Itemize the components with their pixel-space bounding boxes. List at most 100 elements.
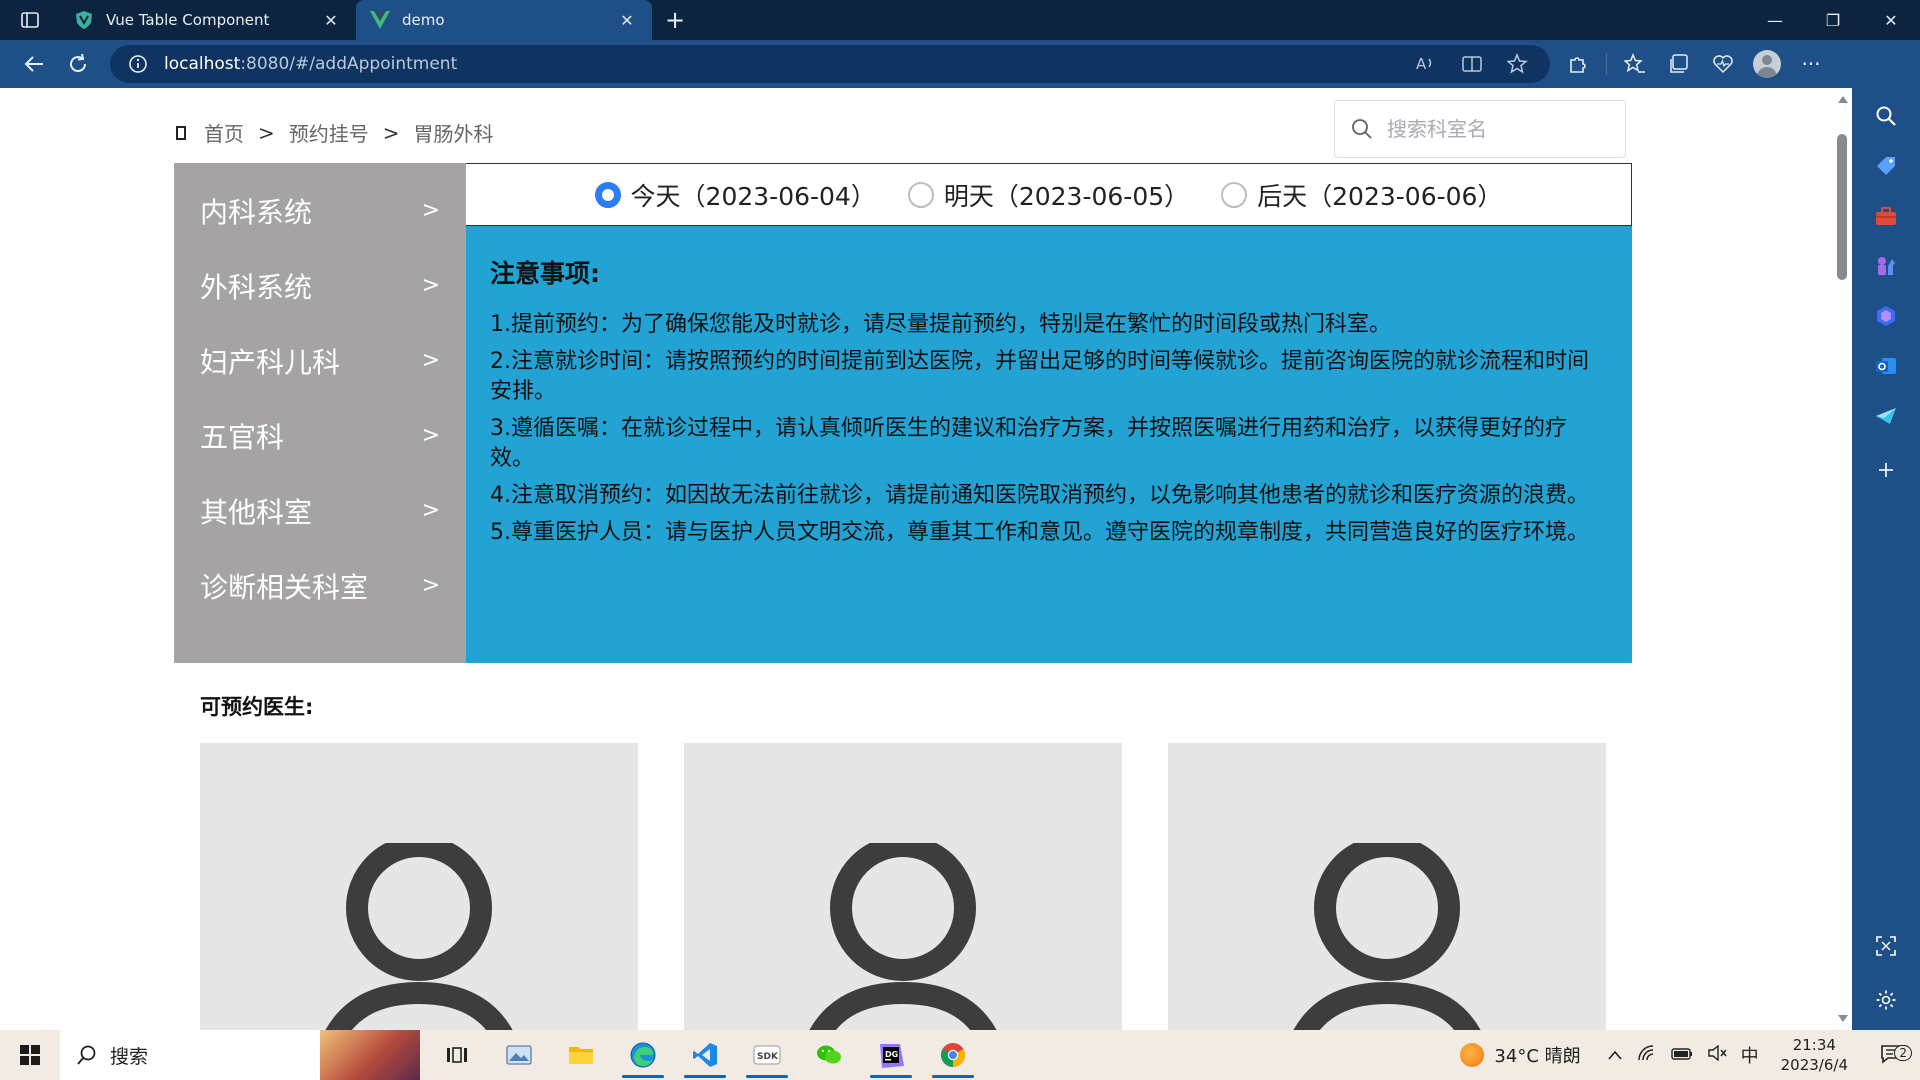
- menu-item-surgery[interactable]: 外科系统 >: [174, 248, 466, 323]
- menu-item-label: 五官科: [200, 420, 285, 454]
- volume-muted-icon[interactable]: [1707, 1044, 1727, 1066]
- browser-tab-strip: Vue Table Component ✕ demo ✕ + — ❐ ✕: [0, 0, 1920, 40]
- scrollbar-thumb[interactable]: [1837, 134, 1847, 280]
- extensions-button[interactable]: [1556, 44, 1600, 84]
- split-screen-icon[interactable]: [1456, 49, 1488, 79]
- doctor-card[interactable]: [1168, 743, 1606, 1030]
- ime-indicator[interactable]: 中: [1741, 1042, 1759, 1068]
- department-search[interactable]: [1334, 100, 1626, 158]
- edge-sidebar: [1852, 88, 1920, 1030]
- svg-text:DG: DG: [885, 1050, 898, 1059]
- puzzle-icon: [1570, 57, 1586, 73]
- date-option-today[interactable]: 今天（2023-06-04）: [594, 177, 876, 213]
- page-scrollbar[interactable]: [1832, 88, 1852, 1030]
- radio-unchecked-icon[interactable]: [1221, 181, 1248, 208]
- svg-text:SDK: SDK: [757, 1052, 779, 1062]
- new-tab-button[interactable]: +: [652, 0, 698, 40]
- read-aloud-icon[interactable]: A: [1410, 49, 1442, 79]
- doctor-card[interactable]: [684, 743, 1122, 1030]
- sunny-weather-icon: [1460, 1043, 1485, 1067]
- date-option-day-after[interactable]: 后天（2023-06-06）: [1221, 177, 1502, 213]
- radio-unchecked-icon[interactable]: [907, 181, 934, 208]
- taskbar-search[interactable]: 搜索: [60, 1030, 420, 1080]
- refresh-button[interactable]: [56, 44, 100, 84]
- chevron-up-icon[interactable]: [1607, 1045, 1623, 1066]
- chevron-right-icon: >: [421, 348, 440, 373]
- tools-toolbox-icon[interactable]: [1872, 202, 1900, 230]
- search-input[interactable]: [1387, 117, 1607, 141]
- profile-button[interactable]: [1745, 44, 1789, 84]
- scroll-up-arrow-icon[interactable]: [1838, 96, 1848, 103]
- chrome-button[interactable]: [922, 1030, 984, 1080]
- favorites-button[interactable]: [1613, 44, 1657, 84]
- sidebar-add-icon[interactable]: [1872, 456, 1900, 484]
- radio-checked-icon[interactable]: [594, 181, 621, 208]
- collections-icon: [1670, 54, 1688, 73]
- menu-item-other[interactable]: 其他科室 >: [174, 473, 466, 548]
- menu-item-internal-medicine[interactable]: 内科系统 >: [174, 173, 466, 248]
- doctors-heading: 可预约医生:: [200, 695, 314, 719]
- battery-icon[interactable]: [1670, 1045, 1693, 1066]
- chevron-right-icon: >: [421, 273, 440, 298]
- close-window-icon[interactable]: ✕: [1862, 0, 1920, 40]
- send-paper-plane-icon[interactable]: [1872, 402, 1900, 430]
- back-button[interactable]: [12, 44, 56, 84]
- datagrip-button[interactable]: DG: [860, 1030, 922, 1080]
- games-chess-icon[interactable]: [1872, 252, 1900, 280]
- sidebar-settings-gear-icon[interactable]: [1872, 986, 1900, 1014]
- url-path: :8080/#/addAppointment: [240, 54, 458, 74]
- task-view-button[interactable]: [426, 1030, 488, 1080]
- menu-item-label: 妇产科儿科: [200, 345, 341, 379]
- notification-center-button[interactable]: 2: [1872, 1043, 1914, 1067]
- chevron-right-icon: >: [421, 498, 440, 523]
- menu-item-diagnostics[interactable]: 诊断相关科室 >: [174, 548, 466, 623]
- collections-button[interactable]: [1657, 44, 1701, 84]
- tab-close-icon[interactable]: ✕: [320, 9, 342, 31]
- chevron-right-icon: >: [421, 198, 440, 223]
- sidebar-search-icon[interactable]: [1872, 102, 1900, 130]
- doctor-card[interactable]: [200, 743, 638, 1030]
- doctor-list: [200, 743, 1606, 1030]
- photos-app-button[interactable]: [488, 1030, 550, 1080]
- tab-vue-table-component[interactable]: Vue Table Component ✕: [60, 0, 356, 40]
- breadcrumb-home[interactable]: 首页: [204, 118, 244, 147]
- breadcrumb-appointment[interactable]: 预约挂号: [289, 118, 369, 147]
- menu-item-obstetrics-pediatrics[interactable]: 妇产科儿科 >: [174, 323, 466, 398]
- network-icon[interactable]: [1637, 1044, 1657, 1067]
- minimize-icon[interactable]: —: [1746, 0, 1804, 40]
- restore-icon[interactable]: ❐: [1804, 0, 1862, 40]
- address-bar[interactable]: localhost:8080/#/addAppointment A: [110, 45, 1550, 83]
- browser-essentials-button[interactable]: [1701, 44, 1745, 84]
- plus-icon: +: [664, 6, 686, 34]
- screenshot-capture-icon[interactable]: [1872, 932, 1900, 960]
- date-option-label: 今天（2023-06-04）: [630, 181, 876, 211]
- windows-taskbar: 搜索 SDK DG 34°C 晴朗 中 21:34 2023/6/4 2: [0, 1030, 1920, 1080]
- wechat-button[interactable]: [798, 1030, 860, 1080]
- search-highlight-image: [320, 1030, 420, 1080]
- notification-count-badge: 2: [1894, 1045, 1912, 1061]
- menu-item-ent[interactable]: 五官科 >: [174, 398, 466, 473]
- copilot-icon[interactable]: [1872, 302, 1900, 330]
- taskbar-clock[interactable]: 21:34 2023/6/4: [1781, 1035, 1848, 1075]
- add-favorite-icon[interactable]: [1502, 49, 1534, 79]
- start-button[interactable]: [0, 1030, 60, 1080]
- search-icon: [77, 1045, 96, 1065]
- tab-close-icon[interactable]: ✕: [616, 9, 638, 31]
- vscode-button[interactable]: [674, 1030, 736, 1080]
- date-option-tomorrow[interactable]: 明天（2023-06-05）: [907, 177, 1189, 213]
- edge-browser-button[interactable]: [612, 1030, 674, 1080]
- shopping-tag-icon[interactable]: [1872, 152, 1900, 180]
- scroll-down-arrow-icon[interactable]: [1838, 1015, 1848, 1022]
- browser-toolbar: localhost:8080/#/addAppointment A ···: [0, 40, 1920, 88]
- more-dots-icon: ···: [1801, 52, 1821, 76]
- clock-time: 21:34: [1792, 1036, 1836, 1054]
- sdk-app-button[interactable]: SDK: [736, 1030, 798, 1080]
- outlook-icon[interactable]: [1872, 352, 1900, 380]
- weather-widget[interactable]: 34°C 晴朗: [1460, 1042, 1581, 1068]
- tab-demo[interactable]: demo ✕: [356, 0, 652, 40]
- file-explorer-button[interactable]: [550, 1030, 612, 1080]
- tab-actions-button[interactable]: [0, 0, 60, 40]
- site-info-icon[interactable]: [126, 52, 150, 76]
- settings-more-button[interactable]: ···: [1789, 44, 1833, 84]
- appointment-panel: 内科系统 > 外科系统 > 妇产科儿科 > 五官科 > 其他科室 > 诊断相关科室 > 今天…: [174, 163, 1632, 663]
